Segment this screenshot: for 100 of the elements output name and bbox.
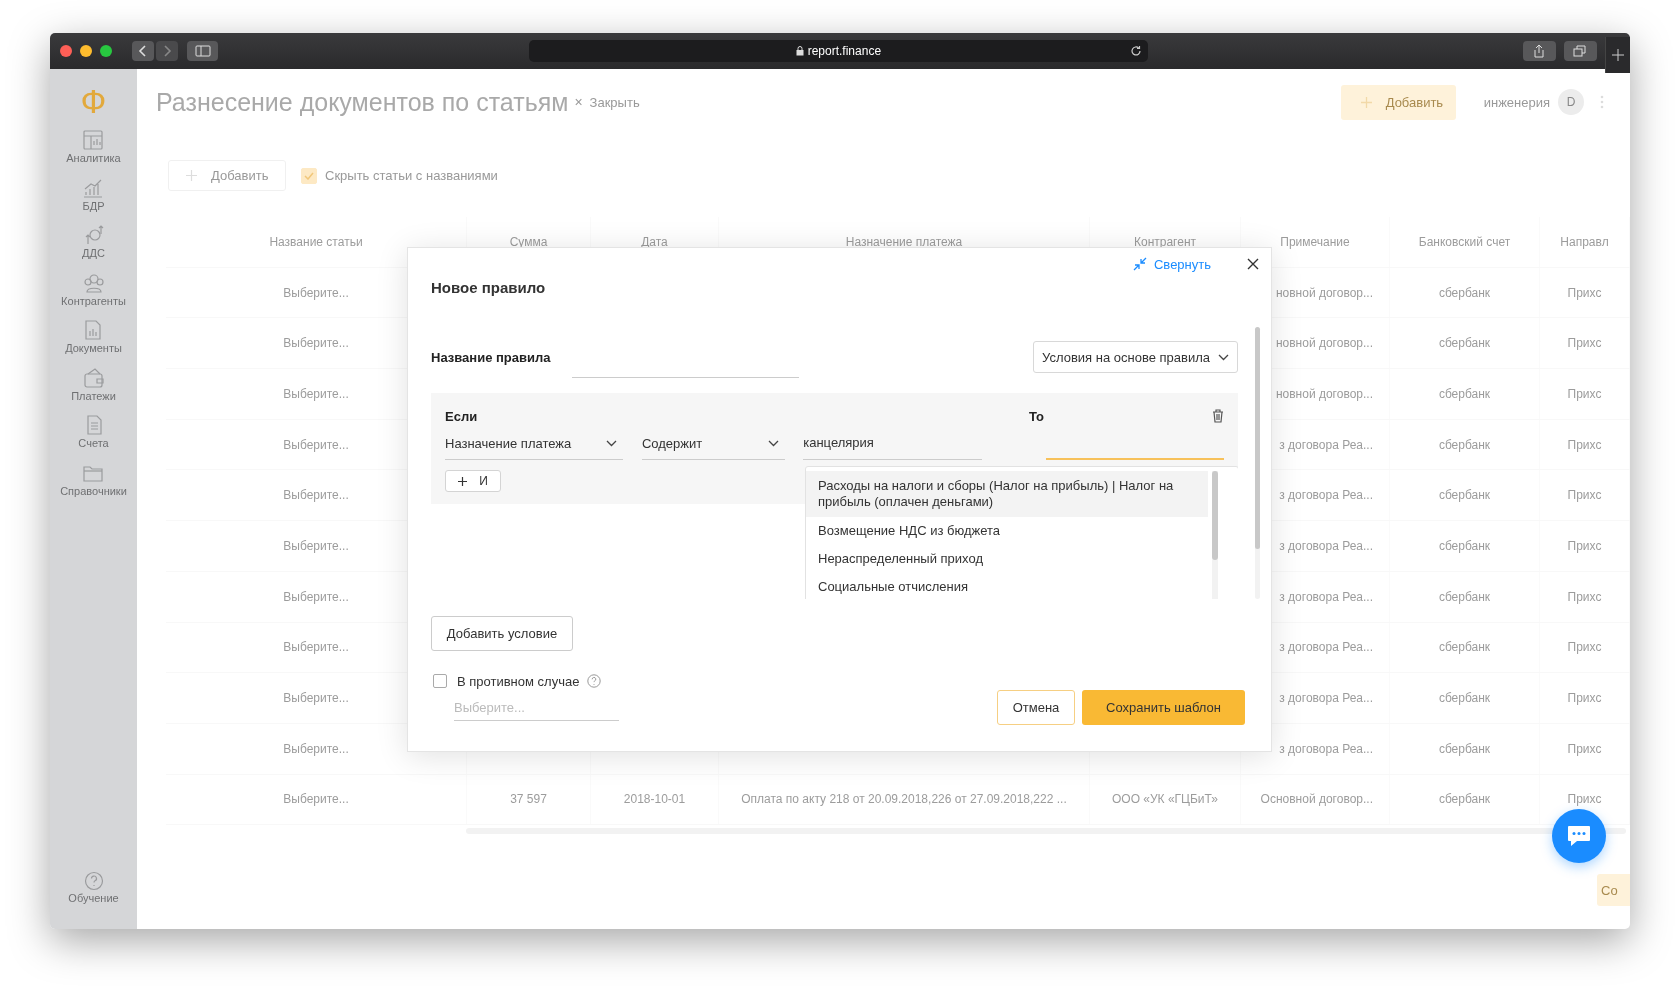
sidebar-item[interactable]: Справочники [60,455,127,503]
table-cell: сбербанк [1438,285,1491,300]
sidebar-item[interactable]: Обучение [68,863,119,911]
table-cell: з договора Реа... [1279,640,1373,655]
add-button[interactable]: Добавить [1340,84,1456,120]
page-title: Разнесение документов по статьям [156,87,569,117]
tabs-icon [1573,45,1588,57]
column-header: Банковский счет [1390,217,1540,267]
table-cell: сбербанк [1438,691,1491,706]
chevron-left-icon [138,44,148,58]
sidebar-item[interactable]: Контрагенты [61,265,126,313]
column-header: Направл [1540,217,1630,267]
back-button[interactable] [132,41,154,61]
value-field[interactable]: канцелярия [803,426,982,460]
contacts-icon [82,271,105,294]
share-button[interactable] [1522,41,1556,61]
table-cell: Выберите... [283,538,349,553]
dropdown-option[interactable]: Расходы на налоги и сборы (Налог на прибыль) | Налог на прибыль (оплачен деньгами) [806,471,1208,517]
table-cell: 2018-10-01 [623,792,686,807]
dropdown-option[interactable]: Нераспределенный приход [806,545,1208,573]
then-label: То [1029,408,1045,424]
chevron-right-icon [162,44,172,58]
table-cell: Прихс [1567,792,1602,807]
sidebar-item[interactable]: БДР [82,170,105,218]
table-cell: Выберите... [283,386,349,401]
analytics-icon [82,129,105,152]
save-button[interactable]: Со [1597,874,1630,906]
mode-dropdown[interactable]: Условия на основе правила [1033,341,1238,373]
operator-dropdown[interactable]: Содержит [641,427,786,460]
table-cell: Выберите... [283,792,349,807]
table-cell: з договора Реа... [1279,741,1373,756]
checkbox[interactable] [433,674,447,688]
table-cell: Выберите... [283,640,349,655]
user-avatar[interactable]: D [1558,89,1584,115]
table-cell: Прихс [1567,488,1602,503]
sidebar-toggle-button[interactable] [187,41,219,61]
checkbox-label: Скрыть статьи с названиями [325,168,498,183]
horizontal-scrollbar[interactable] [466,828,1626,835]
table-cell: сбербанк [1438,792,1491,807]
table-cell: Оплата по акту 218 от 20.09.2018,226 от 27.09.2018,222 ... [741,792,1067,807]
dropdown-option[interactable]: Социальные отчисления [806,573,1208,599]
address-bar[interactable]: report.finance [529,40,1148,62]
share-icon [1533,44,1546,58]
checkmark-icon [304,171,314,180]
table-cell: Прихс [1567,538,1602,553]
new-tab-button[interactable] [1604,37,1630,73]
add-condition-button[interactable]: Добавить условие [431,616,573,651]
table-cell: новной договор... [1275,386,1373,401]
table-cell: сбербанк [1438,386,1491,401]
table-cell: Выберите... [283,691,349,706]
table-cell: сбербанк [1438,437,1491,452]
field-dropdown[interactable]: Назначение платежа [445,427,623,460]
sidebar-item[interactable]: Платежи [71,360,116,408]
dropdown-option[interactable]: Возмещение НДС из бюджета [806,517,1208,545]
trash-icon[interactable] [1212,409,1224,423]
sidebar-icon [194,45,211,57]
table-cell: Выберите... [283,437,349,452]
close-link[interactable]: Закрыть [589,94,640,110]
sidebar-item[interactable]: ДДС [82,218,105,266]
table-cell: Прихс [1567,589,1602,604]
plus-icon [186,170,197,181]
chat-button[interactable] [1552,809,1606,863]
sidebar-item[interactable]: Документы [65,313,122,361]
collapse-icon [1133,257,1147,271]
table-cell: Прихс [1567,285,1602,300]
workspace-name: инженерия [1483,94,1550,110]
table-cell: Прихс [1567,336,1602,351]
close-icon[interactable] [1247,258,1259,270]
sidebar-item[interactable]: Аналитика [66,123,121,171]
lock-icon [795,46,804,56]
add-button[interactable]: Добавить [168,160,286,191]
forward-button[interactable] [156,41,178,61]
table-cell: сбербанк [1438,488,1491,503]
table-cell: Прихс [1567,386,1602,401]
table-cell: сбербанк [1438,741,1491,756]
reload-icon[interactable] [1129,45,1142,57]
table-cell: сбербанк [1438,589,1491,604]
wallet-icon [82,366,105,389]
cancel-button[interactable]: Отмена [997,690,1075,725]
scrollbar[interactable] [1255,327,1260,599]
scrollbar[interactable] [1212,471,1218,599]
table-cell: Прихс [1567,691,1602,706]
help-icon [83,870,104,891]
save-template-button[interactable]: Сохранить шаблон [1082,690,1245,725]
table-cell: з договора Реа... [1279,538,1373,553]
table-cell: Прихс [1567,437,1602,452]
tabs-button[interactable] [1563,41,1597,61]
add-and-button[interactable]: И [445,470,501,492]
table-cell: сбербанк [1438,640,1491,655]
zoom-window-icon[interactable] [100,45,112,57]
minimize-window-icon[interactable] [80,45,92,57]
table-cell: ООО «УК «ГЦБиТ» [1111,792,1219,807]
table-cell: сбербанк [1438,336,1491,351]
sidebar-item[interactable]: Счета [78,408,109,456]
field-label: Название правила [431,349,551,365]
checkbox-label: В противном случае [457,673,580,689]
table-cell: новной договор... [1275,336,1373,351]
close-window-icon[interactable] [60,45,72,57]
table-cell: Основной договор... [1260,792,1373,807]
help-icon[interactable] [587,674,602,688]
